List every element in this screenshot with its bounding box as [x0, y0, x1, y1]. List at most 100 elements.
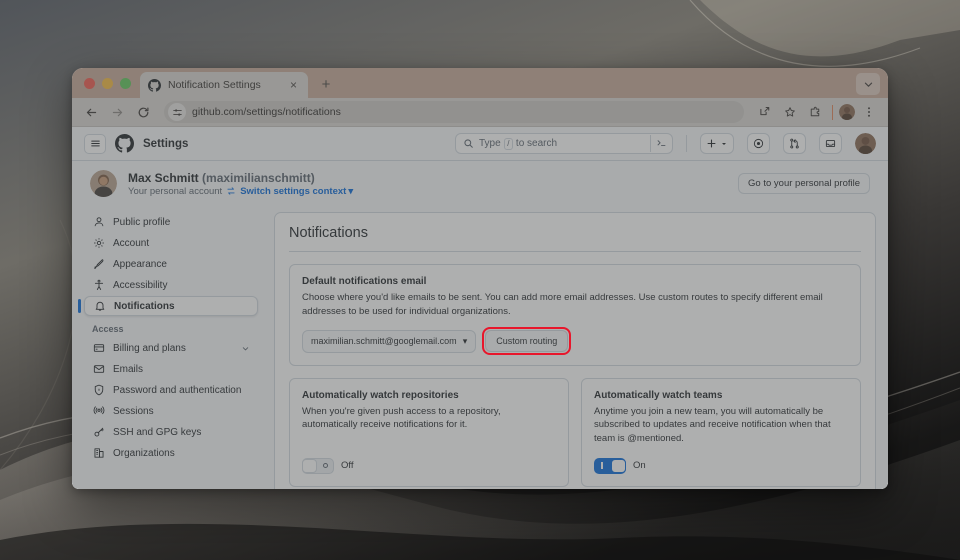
user-avatar[interactable] — [855, 133, 876, 154]
forward-arrow-icon[interactable] — [106, 101, 129, 124]
issues-button[interactable] — [747, 133, 770, 154]
github-page: Settings Type / to search Max Schmitt (m… — [72, 127, 888, 489]
hamburger-icon[interactable] — [84, 133, 106, 154]
issues-icon — [753, 138, 764, 149]
section-description: When you're given push access to a repos… — [302, 405, 501, 431]
sidebar-item-label: Emails — [113, 363, 144, 375]
toggle-knob — [611, 458, 626, 473]
toggle-state-label: Off — [341, 460, 354, 472]
desktop-background: Notification Settings × + github.com/set… — [0, 0, 960, 560]
broadcast-icon — [92, 405, 105, 418]
create-new-button[interactable] — [700, 133, 734, 154]
maximize-window-button[interactable] — [120, 77, 131, 89]
browser-profile-avatar[interactable] — [839, 104, 855, 120]
search-icon — [463, 138, 474, 149]
section-heading: Automatically watch repositories — [302, 389, 459, 401]
github-mark-icon[interactable] — [115, 134, 134, 153]
auto-watch-teams-toggle[interactable] — [594, 457, 626, 474]
close-tab-icon[interactable]: × — [287, 79, 300, 92]
chevron-down-icon: ▾ — [462, 335, 468, 346]
sidebar-item-label: Accessibility — [113, 279, 168, 291]
organization-icon — [92, 447, 105, 460]
switch-arrows-icon — [226, 186, 236, 196]
search-placeholder-suffix: to search — [515, 138, 558, 149]
back-arrow-icon[interactable] — [80, 101, 103, 124]
sidebar-item-label: Password and authentication — [113, 384, 242, 396]
sidebar-item-organizations[interactable]: Organizations — [84, 443, 258, 463]
pull-requests-button[interactable] — [783, 133, 806, 154]
sidebar-item-billing-and-plans[interactable]: Billing and plans — [84, 338, 258, 358]
credit-card-icon — [92, 342, 105, 355]
chevron-down-icon — [722, 142, 726, 145]
panel-title: Notifications — [289, 225, 861, 252]
sidebar-item-password-and-authentication[interactable]: Password and authentication — [84, 380, 258, 400]
search-input[interactable]: Type / to search — [455, 133, 673, 154]
toolbar-divider — [832, 104, 833, 120]
go-to-personal-profile-button[interactable]: Go to your personal profile — [738, 173, 870, 194]
auto-watch-repositories-section: Automatically watch repositories When yo… — [289, 377, 569, 487]
settings-content: Notifications Default notifications emai… — [268, 206, 888, 489]
bell-icon — [93, 300, 106, 313]
person-icon — [92, 216, 105, 229]
github-global-header: Settings Type / to search — [72, 127, 888, 161]
sidebar-item-appearance[interactable]: Appearance — [84, 254, 258, 274]
browser-window: Notification Settings × + github.com/set… — [72, 68, 888, 489]
address-bar-url: github.com/settings/notifications — [192, 106, 341, 118]
avatar[interactable] — [90, 170, 117, 197]
sidebar-item-account[interactable]: Account — [84, 233, 258, 253]
extensions-icon[interactable] — [803, 101, 826, 124]
account-login: (maximilianschmitt) — [202, 170, 315, 185]
inbox-icon — [825, 139, 836, 148]
new-tab-button[interactable]: + — [315, 73, 337, 95]
mail-icon — [92, 363, 105, 376]
close-window-button[interactable] — [84, 77, 95, 89]
sidebar-item-emails[interactable]: Emails — [84, 359, 258, 379]
sidebar-item-label: Appearance — [113, 258, 167, 270]
chevron-down-icon[interactable] — [241, 344, 250, 353]
default-email-select[interactable]: maximilian.schmitt@googlemail.com ▾ — [302, 329, 477, 353]
switch-settings-context-link[interactable]: Switch settings context ▾ — [240, 186, 353, 197]
reload-icon[interactable] — [132, 101, 155, 124]
sidebar-item-sessions[interactable]: Sessions — [84, 401, 258, 421]
search-placeholder-prefix: Type — [479, 138, 501, 149]
search-shortcut-key: / — [503, 137, 513, 150]
sidebar-item-label: Sessions — [113, 405, 154, 417]
default-email-value: maximilian.schmitt@googlemail.com — [311, 336, 457, 347]
default-notifications-email-section: Default notifications email Choose where… — [289, 264, 861, 366]
site-settings-icon[interactable] — [168, 103, 186, 121]
accessibility-icon — [92, 279, 105, 292]
sidebar-item-label: Billing and plans — [113, 342, 186, 354]
shield-lock-icon — [92, 384, 105, 397]
sidebar-item-public-profile[interactable]: Public profile — [84, 212, 258, 232]
switch-settings-context-label: Switch settings context — [240, 185, 347, 197]
paintbrush-icon — [92, 258, 105, 271]
sidebar-item-notifications[interactable]: Notifications — [78, 296, 258, 316]
header-divider — [686, 135, 687, 152]
share-icon[interactable] — [753, 101, 776, 124]
page-title-settings: Settings — [143, 137, 189, 150]
auto-watch-repositories-toggle[interactable] — [302, 457, 334, 474]
account-type-label: Your personal account — [128, 185, 223, 197]
chevron-down-icon: ▾ — [348, 185, 354, 197]
sidebar-item-ssh-and-gpg-keys[interactable]: SSH and GPG keys — [84, 422, 258, 442]
browser-tab[interactable]: Notification Settings × — [140, 72, 308, 98]
gear-icon — [92, 237, 105, 250]
search-placeholder: Type / to search — [479, 137, 645, 150]
command-palette-icon[interactable] — [650, 135, 668, 152]
toggle-state-label: On — [633, 460, 646, 472]
tab-list-chevron-down-icon[interactable] — [856, 73, 880, 95]
address-bar[interactable]: github.com/settings/notifications — [164, 101, 744, 123]
chrome-menu-icon[interactable] — [857, 101, 880, 124]
browser-tab-title: Notification Settings — [168, 79, 261, 91]
account-display-name: Max Schmitt — [128, 170, 199, 185]
section-heading: Automatically watch teams — [594, 389, 723, 401]
browser-toolbar: github.com/settings/notifications — [72, 98, 888, 127]
bookmark-star-icon[interactable] — [778, 101, 801, 124]
sidebar-item-accessibility[interactable]: Accessibility — [84, 275, 258, 295]
notifications-inbox-button[interactable] — [819, 133, 842, 154]
browser-tab-strip: Notification Settings × + — [72, 68, 888, 98]
section-heading: Default notifications email — [302, 276, 427, 287]
minimize-window-button[interactable] — [102, 77, 113, 89]
custom-routing-button[interactable]: Custom routing — [485, 330, 569, 353]
auto-watch-teams-toggle-row: On — [594, 446, 848, 474]
